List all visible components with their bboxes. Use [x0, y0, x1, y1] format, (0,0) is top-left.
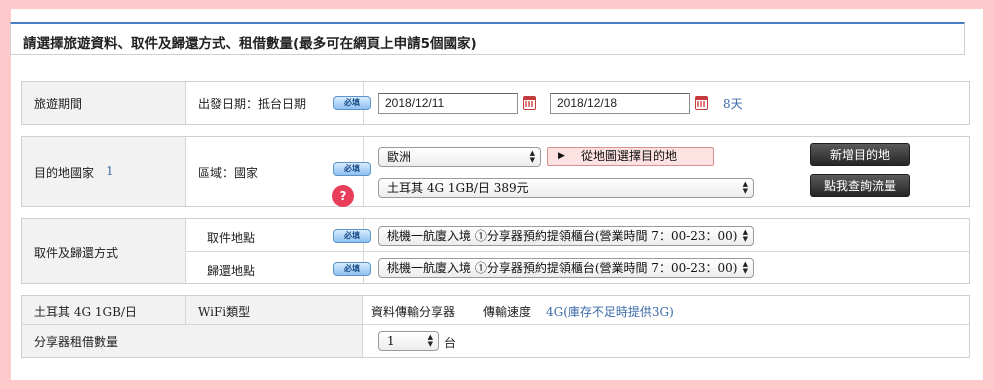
country-plan-select[interactable]: 土耳其 4G 1GB/日 389元 ▲ ▼ — [378, 178, 754, 198]
map-select-button[interactable]: ▶ 從地圖選擇目的地 — [547, 147, 714, 166]
speed-label: 傳輸速度 — [483, 305, 532, 319]
quantity-label-cell: 分享器租借數量 — [22, 325, 363, 357]
speed-value: 4G(庫存不足時提供3G) — [546, 305, 674, 319]
quantity-unit: 台 — [444, 336, 457, 350]
required-badge: 必填 — [333, 162, 371, 176]
travel-period-label-cell: 旅遊期間 — [22, 82, 186, 124]
plan-label: 土耳其 4G 1GB/日 — [34, 305, 137, 319]
destination-row: 目的地國家 1 區域：國家 必填 ? 歐洲 ▲ ▼ ▶ 從地圖選擇目的地 土耳其 … — [21, 136, 970, 207]
quantity-value: 1 — [387, 334, 395, 348]
pickup-location-select[interactable]: 桃機一航廈入境 ①分享器預約提領櫃台(營業時間 7：00-23：00) ▲ ▼ — [378, 226, 754, 246]
select-arrows-icon: ▲ ▼ — [427, 333, 433, 348]
trip-days: 8天 — [723, 97, 743, 111]
travel-period-label: 旅遊期間 — [34, 97, 83, 111]
end-date-input[interactable]: 2018/12/18 — [550, 93, 690, 114]
play-arrow-icon: ▶ — [558, 151, 565, 161]
required-badge: 必填 — [333, 96, 371, 110]
pickup-return-label-cell: 取件及歸還方式 — [22, 219, 186, 283]
calendar-icon[interactable] — [695, 96, 708, 110]
select-arrows-icon: ▲ ▼ — [742, 260, 748, 275]
travel-period-row: 旅遊期間 出發日期：抵台日期 必填 2018/12/11 2018/12/18 … — [21, 81, 970, 125]
destination-sublabel: 區域：國家 — [198, 166, 259, 180]
pickup-location-label: 取件地點 — [207, 231, 256, 245]
section-title: 請選擇旅遊資料、取件及歸還方式、租借數量(最多可在網頁上申請5個國家) — [23, 36, 477, 52]
section-header: 請選擇旅遊資料、取件及歸還方式、租借數量(最多可在網頁上申請5個國家) — [10, 22, 965, 55]
select-arrows-icon: ▲ ▼ — [742, 228, 748, 243]
pickup-location-value: 桃機一航廈入境 ①分享器預約提領櫃台(營業時間 7：00-23：00) — [387, 229, 738, 243]
wifi-type-value: 資料傳輸分享器 — [371, 305, 456, 319]
region-select[interactable]: 歐洲 ▲ ▼ — [378, 147, 541, 167]
region-select-value: 歐洲 — [387, 150, 412, 164]
wifi-type-label: WiFi類型 — [198, 305, 251, 319]
return-location-select[interactable]: 桃機一航廈入境 ①分享器預約提領櫃台(營業時間 7：00-23：00) ▲ ▼ — [378, 258, 754, 278]
calendar-icon[interactable] — [523, 96, 536, 110]
return-location-value: 桃機一航廈入境 ①分享器預約提領櫃台(營業時間 7：00-23：00) — [387, 261, 738, 275]
plan-label-cell: 土耳其 4G 1GB/日 — [22, 296, 186, 324]
start-date-input[interactable]: 2018/12/11 — [378, 93, 518, 114]
add-destination-button[interactable]: 新增目的地 — [810, 143, 910, 166]
map-select-label: 從地圖選擇目的地 — [581, 149, 678, 163]
wifi-type-label-cell: WiFi類型 — [186, 296, 363, 324]
destination-label: 目的地國家 — [34, 166, 95, 180]
pickup-return-row: 取件及歸還方式 取件地點 必填 桃機一航廈入境 ①分享器預約提領櫃台(營業時間 … — [21, 218, 970, 284]
destination-index: 1 — [106, 164, 114, 178]
check-data-button[interactable]: 點我查詢流量 — [810, 174, 910, 197]
travel-date-sublabel: 出發日期：抵台日期 — [198, 97, 307, 111]
return-location-label: 歸還地點 — [207, 264, 256, 278]
select-arrows-icon: ▲ ▼ — [742, 180, 748, 195]
help-icon[interactable]: ? — [332, 185, 354, 207]
country-plan-value: 土耳其 4G 1GB/日 389元 — [387, 181, 529, 195]
destination-label-cell: 目的地國家 1 — [22, 137, 186, 206]
quantity-select[interactable]: 1 ▲ ▼ — [378, 331, 439, 351]
required-badge: 必填 — [333, 229, 371, 243]
pickup-return-label: 取件及歸還方式 — [34, 246, 119, 260]
quantity-label: 分享器租借數量 — [34, 335, 119, 349]
select-arrows-icon: ▲ ▼ — [529, 149, 535, 164]
required-badge: 必填 — [333, 262, 371, 276]
device-row: 土耳其 4G 1GB/日 WiFi類型 資料傳輸分享器 傳輸速度 4G(庫存不足… — [21, 295, 970, 358]
